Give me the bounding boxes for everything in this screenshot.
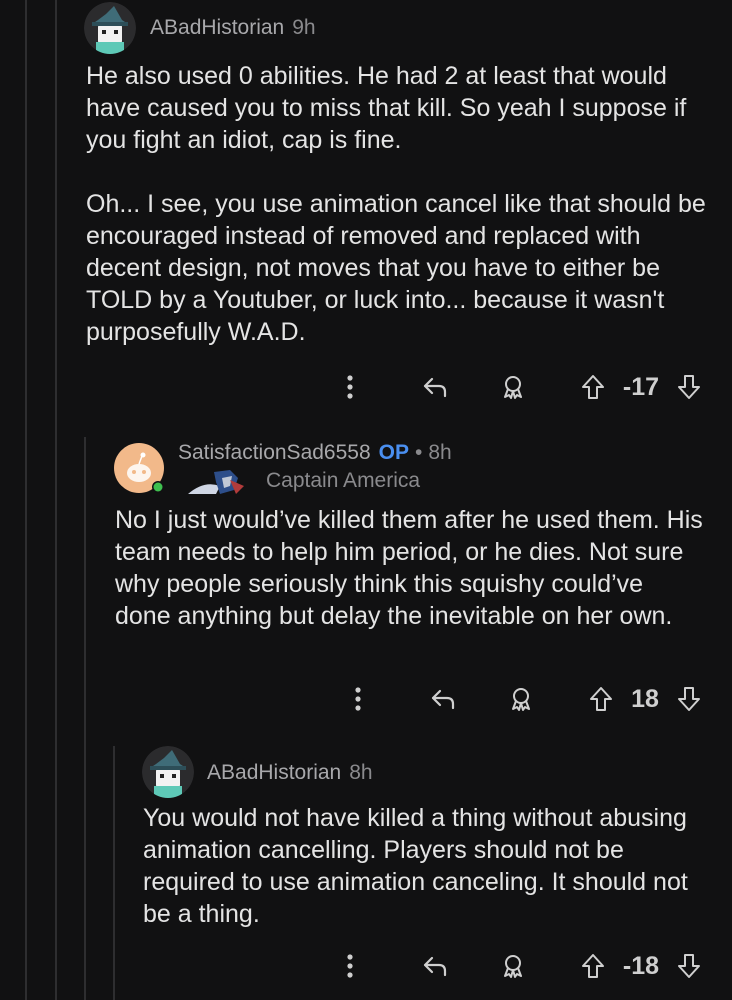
more-options-button[interactable] (338, 367, 362, 407)
comment-actions: 18 (0, 679, 732, 719)
downvote-arrow-icon (678, 954, 700, 978)
comment-paragraph: Oh... I see, you use animation cancel li… (86, 190, 706, 346)
flair-label: Captain America (266, 469, 421, 492)
more-options-button[interactable] (346, 679, 370, 719)
award-icon (504, 955, 522, 978)
more-vertical-icon (347, 954, 353, 978)
reply-icon (423, 956, 447, 977)
downvote-button[interactable] (674, 367, 704, 407)
user-flair: Captain America (186, 468, 420, 494)
vote-score: -18 (622, 951, 660, 980)
award-button[interactable] (498, 946, 528, 986)
comment-paragraph: You would not have killed a thing withou… (143, 804, 688, 928)
timestamp: 9h (292, 16, 316, 39)
thread-line[interactable] (25, 0, 27, 1000)
op-badge: OP (378, 441, 409, 464)
username[interactable]: ABadHistorian (207, 761, 341, 785)
user-avatar[interactable] (142, 746, 194, 798)
more-vertical-icon (347, 375, 353, 399)
witch-hat-avatar-icon (84, 2, 136, 54)
username[interactable]: ABadHistorian (150, 16, 284, 40)
vote-score: -17 (622, 372, 660, 401)
upvote-arrow-icon (582, 954, 604, 978)
comment-actions: -17 (0, 367, 732, 407)
reply-button[interactable] (420, 367, 450, 407)
upvote-button[interactable] (578, 367, 608, 407)
downvote-arrow-icon (678, 375, 700, 399)
comment-actions: -18 (0, 946, 732, 986)
thread-line[interactable] (55, 0, 57, 1000)
upvote-arrow-icon (582, 375, 604, 399)
award-icon (504, 376, 522, 399)
reply-button[interactable] (420, 946, 450, 986)
upvote-button[interactable] (586, 679, 616, 719)
captain-america-flair-icon (188, 470, 244, 494)
timestamp: 8h (349, 761, 373, 784)
more-vertical-icon (355, 687, 361, 711)
reply-button[interactable] (428, 679, 458, 719)
comment-paragraph: He also used 0 abilities. He had 2 at le… (86, 62, 687, 154)
award-icon (512, 688, 530, 711)
username[interactable]: SatisfactionSad6558 (178, 441, 371, 465)
vote-score: 18 (631, 684, 659, 713)
snoo-avatar-icon (114, 443, 164, 493)
user-avatar[interactable] (84, 2, 136, 54)
downvote-button[interactable] (674, 946, 704, 986)
user-avatar[interactable] (114, 443, 164, 493)
timestamp: 8h (428, 441, 452, 464)
separator-dot: • (414, 441, 423, 464)
comment-body: No I just would’ve killed them after he … (115, 504, 705, 632)
upvote-arrow-icon (590, 687, 612, 711)
award-button[interactable] (498, 367, 528, 407)
upvote-button[interactable] (578, 946, 608, 986)
downvote-arrow-icon (678, 687, 700, 711)
more-options-button[interactable] (338, 946, 362, 986)
reply-icon (423, 377, 447, 398)
reply-icon (431, 689, 455, 710)
witch-hat-avatar-icon (142, 746, 194, 798)
comment-body: You would not have killed a thing withou… (143, 802, 708, 930)
award-button[interactable] (506, 679, 536, 719)
comment-body: He also used 0 abilities. He had 2 at le… (86, 60, 706, 348)
comment-paragraph: No I just would’ve killed them after he … (115, 506, 703, 630)
downvote-button[interactable] (674, 679, 704, 719)
